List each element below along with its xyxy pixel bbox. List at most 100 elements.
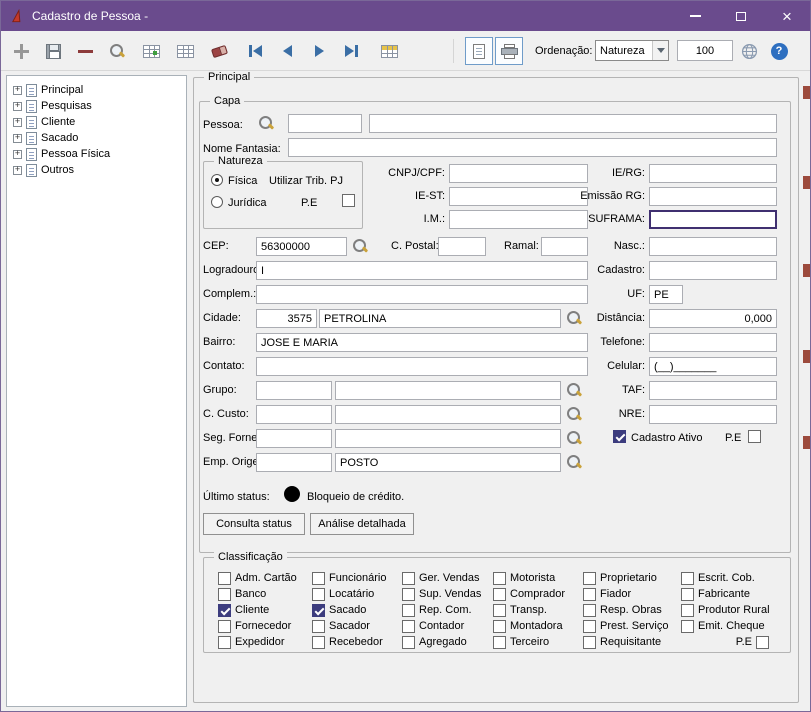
checkbox-icon[interactable] — [312, 588, 325, 601]
checkbox-icon[interactable] — [681, 620, 694, 633]
classificacao-item-motorista[interactable]: Motorista — [493, 570, 583, 586]
close-button[interactable] — [764, 1, 810, 31]
classificacao-item-comprador[interactable]: Comprador — [493, 586, 583, 602]
checkbox-icon[interactable] — [218, 620, 231, 633]
c-postal-field[interactable] — [438, 237, 486, 256]
seg-fornec-name-field[interactable] — [335, 429, 561, 448]
classificacao-item-sacado[interactable]: Sacado — [312, 602, 402, 618]
taf-field[interactable] — [649, 381, 777, 400]
checkbox-icon[interactable] — [402, 604, 415, 617]
checkbox-icon[interactable] — [583, 588, 596, 601]
tree-item-sacado[interactable]: Sacado — [7, 130, 186, 146]
classificacao-item-agregado[interactable]: Agregado — [402, 634, 493, 650]
table-button[interactable] — [171, 37, 199, 65]
maximize-button[interactable] — [718, 1, 764, 31]
nome-fantasia-field[interactable] — [288, 138, 777, 157]
clear-button[interactable] — [205, 37, 233, 65]
classificacao-item-fabricante[interactable]: Fabricante — [681, 586, 781, 602]
cidade-code-field[interactable]: 3575 — [256, 309, 317, 328]
classificacao-item-recebedor[interactable]: Recebedor — [312, 634, 402, 650]
grupo-name-field[interactable] — [335, 381, 561, 400]
checkbox-icon[interactable] — [218, 588, 231, 601]
classificacao-item-fiador[interactable]: Fiador — [583, 586, 681, 602]
tree-item-cliente[interactable]: Cliente — [7, 114, 186, 130]
juridica-radio[interactable] — [211, 196, 223, 208]
checkbox-icon[interactable] — [681, 588, 694, 601]
consulta-status-button[interactable]: Consulta status — [203, 513, 305, 535]
tree-item-principal[interactable]: Principal — [7, 82, 186, 98]
pessoa-name-field[interactable] — [369, 114, 777, 133]
tree-item-pessoa-fisica[interactable]: Pessoa Física — [7, 146, 186, 162]
expand-icon[interactable] — [13, 166, 22, 175]
classificacao-item-funcionario[interactable]: Funcionário — [312, 570, 402, 586]
classificacao-item-escrit-cob[interactable]: Escrit. Cob. — [681, 570, 781, 586]
checkbox-icon[interactable] — [681, 572, 694, 585]
seg-fornec-code-field[interactable] — [256, 429, 332, 448]
checkbox-icon[interactable] — [493, 620, 506, 633]
checkbox-icon[interactable] — [402, 588, 415, 601]
classificacao-item-rep-com[interactable]: Rep. Com. — [402, 602, 493, 618]
nre-field[interactable] — [649, 405, 777, 424]
classificacao-item-terceiro[interactable]: Terceiro — [493, 634, 583, 650]
classificacao-item-proprietario[interactable]: Proprietario — [583, 570, 681, 586]
contato-field[interactable] — [256, 357, 588, 376]
suframa-field[interactable] — [649, 210, 777, 229]
classificacao-item-contador[interactable]: Contador — [402, 618, 493, 634]
checkbox-icon[interactable] — [681, 604, 694, 617]
checkbox-icon[interactable] — [312, 636, 325, 649]
limit-input[interactable]: 100 — [677, 40, 733, 61]
previous-record-button[interactable] — [273, 37, 301, 65]
pessoa-search-button[interactable] — [255, 113, 277, 133]
checkbox-icon[interactable] — [218, 636, 231, 649]
classificacao-item-sup-vendas[interactable]: Sup. Vendas — [402, 586, 493, 602]
emp-origem-name-field[interactable]: POSTO — [335, 453, 561, 472]
bairro-field[interactable]: JOSE E MARIA — [256, 333, 588, 352]
classificacao-item-adm-cartao[interactable]: Adm. Cartão — [218, 570, 312, 586]
checkbox-icon[interactable] — [312, 604, 325, 617]
expand-icon[interactable] — [13, 134, 22, 143]
checkbox-icon[interactable] — [583, 572, 596, 585]
search-button[interactable] — [103, 37, 131, 65]
classificacao-item-locatario[interactable]: Locatário — [312, 586, 402, 602]
checkbox-icon[interactable] — [402, 620, 415, 633]
seg-fornec-search-button[interactable] — [563, 428, 585, 448]
globe-button[interactable] — [735, 37, 763, 65]
classificacao-item-ger-vendas[interactable]: Ger. Vendas — [402, 570, 493, 586]
checkbox-icon[interactable] — [583, 620, 596, 633]
analise-detalhada-button[interactable]: Análise detalhada — [310, 513, 414, 535]
cep-search-button[interactable] — [349, 236, 371, 256]
pessoa-code-field[interactable] — [288, 114, 362, 133]
classificacao-item-fornecedor[interactable]: Fornecedor — [218, 618, 312, 634]
checkbox-icon[interactable] — [493, 588, 506, 601]
emp-origem-code-field[interactable] — [256, 453, 332, 472]
emp-origem-search-button[interactable] — [563, 452, 585, 472]
fisica-radio[interactable] — [211, 174, 223, 186]
checkbox-icon[interactable] — [402, 572, 415, 585]
natureza-pe-checkbox[interactable] — [342, 194, 355, 207]
checkbox-icon[interactable] — [756, 636, 769, 649]
cadastro-ativo-checkbox[interactable] — [613, 430, 626, 443]
first-record-button[interactable] — [241, 37, 269, 65]
classificacao-item-requisitante[interactable]: Requisitante — [583, 634, 681, 650]
classificacao-item-expedidor[interactable]: Expedidor — [218, 634, 312, 650]
classificacao-item-resp-obras[interactable]: Resp. Obras — [583, 602, 681, 618]
celular-field[interactable]: (__)_______ — [649, 357, 777, 376]
insert-button[interactable] — [7, 37, 35, 65]
cep-field[interactable]: 56300000 — [256, 237, 347, 256]
tree-item-pesquisas[interactable]: Pesquisas — [7, 98, 186, 114]
expand-icon[interactable] — [13, 102, 22, 111]
checkbox-icon[interactable] — [583, 636, 596, 649]
classificacao-item-cliente[interactable]: Cliente — [218, 602, 312, 618]
classificacao-item-montadora[interactable]: Montadora — [493, 618, 583, 634]
ie-rg-field[interactable] — [649, 164, 777, 183]
grid-view-button[interactable] — [375, 37, 403, 65]
minimize-button[interactable] — [672, 1, 718, 31]
cidade-name-field[interactable]: PETROLINA — [319, 309, 561, 328]
checkbox-icon[interactable] — [402, 636, 415, 649]
expand-icon[interactable] — [13, 150, 22, 159]
expand-icon[interactable] — [13, 86, 22, 95]
complem-field[interactable] — [256, 285, 588, 304]
classificacao-item-emit-cheque[interactable]: Emit. Cheque — [681, 618, 781, 634]
help-button[interactable] — [765, 37, 793, 65]
checkbox-icon[interactable] — [218, 572, 231, 585]
